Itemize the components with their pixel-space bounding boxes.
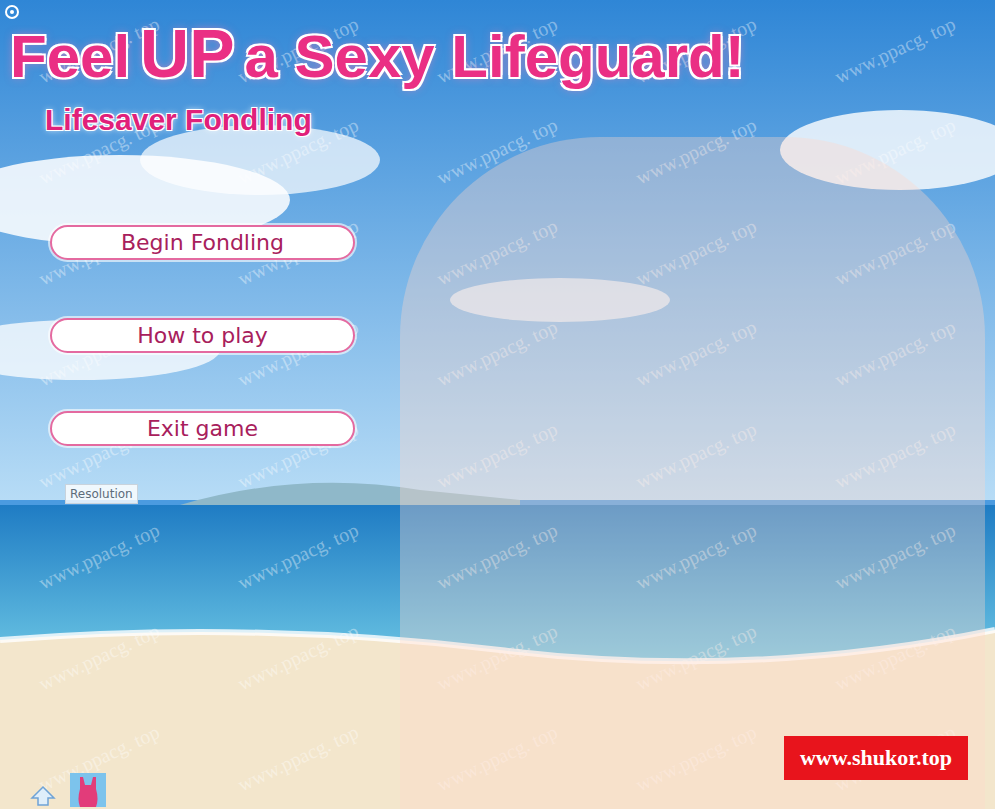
resolution-button[interactable]: Resolution [65, 484, 138, 504]
main-menu: Begin Fondling How to play Exit game [50, 225, 380, 446]
up-arrow-icon [30, 785, 56, 807]
title-segment: Feel [10, 24, 130, 90]
menu-button[interactable]: Exit game [50, 411, 355, 446]
site-banner: www.shukor.top [784, 736, 968, 780]
watermark: www.ppacg. top [235, 720, 363, 796]
gear-icon [4, 4, 20, 20]
menu-column: Begin Fondling How to play Exit game Resolu… [0, 137, 380, 809]
menu-button[interactable]: How to play [50, 318, 355, 353]
menu-button[interactable]: Begin Fondling [50, 225, 355, 260]
watermark: www.ppacg. top [36, 518, 164, 594]
swimsuit-icon [70, 773, 106, 807]
watermark: www.ppacg. top [235, 518, 363, 594]
header: FeelUPa Sexy Lifeguard! Lifesaver Fondlin… [0, 0, 995, 137]
watermark: www.ppacg. top [36, 619, 164, 695]
bottom-toolbar [30, 773, 380, 809]
costume-button[interactable] [70, 773, 106, 807]
watermark: www.ppacg. top [235, 619, 363, 695]
character-art [400, 137, 985, 809]
title-segment: UP [140, 16, 234, 91]
watermark: www.ppacg. top [832, 13, 960, 89]
game-title: FeelUPa Sexy Lifeguard! [10, 16, 995, 91]
up-button[interactable] [30, 785, 56, 807]
title-screen: www.ppacg. top www.ppacg. top www.ppacg. t… [0, 0, 995, 809]
game-subtitle: Lifesaver Fondling [45, 103, 995, 137]
settings-button[interactable] [4, 4, 20, 20]
title-segment: a Sexy Lifeguard! [245, 24, 745, 90]
